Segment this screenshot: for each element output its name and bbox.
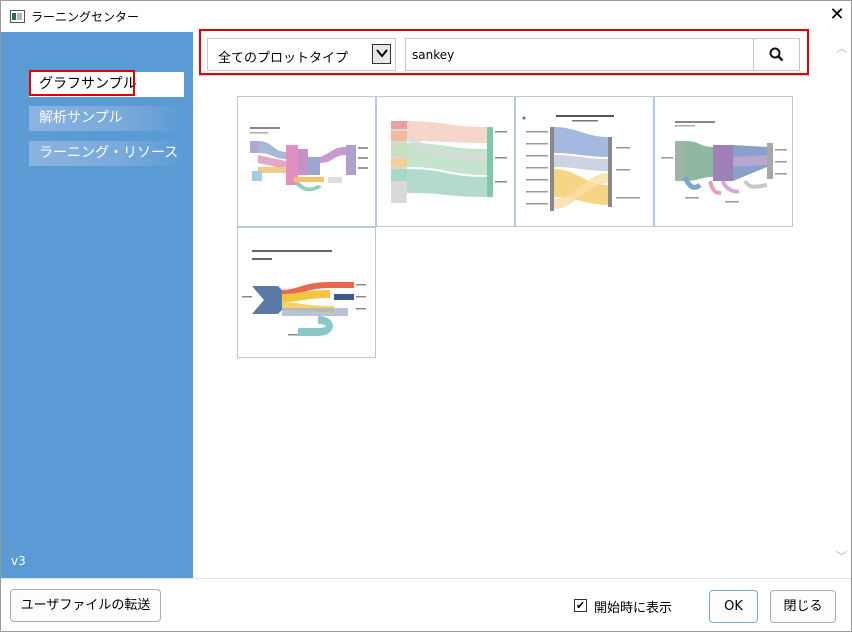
sample-thumbnail[interactable]: [654, 96, 793, 227]
sample-thumbnail[interactable]: [237, 96, 376, 227]
sample-thumbnail[interactable]: [376, 96, 515, 227]
sidebar-item-learning-resources[interactable]: ラーニング・リソース: [29, 141, 184, 166]
window-title: ラーニングセンター: [31, 10, 140, 24]
sankey-thumbnail-contributions-icon: [522, 115, 640, 211]
transfer-user-files-button[interactable]: ユーザファイルの転送: [10, 589, 161, 622]
vertical-scrollbar[interactable]: ︿ ﹀: [833, 32, 850, 578]
sidebar-item-analysis-samples[interactable]: 解析サンプル: [29, 106, 184, 131]
footer-divider: [1, 578, 851, 579]
app-icon: [10, 10, 25, 23]
scroll-down-icon[interactable]: ﹀: [833, 548, 850, 565]
sidebar-item-label: 解析サンプル: [39, 110, 123, 126]
show-at-startup-label: 開始時に表示: [594, 601, 673, 616]
plot-type-dropdown[interactable]: 全てのプロットタイプ: [207, 38, 396, 71]
title-bar: ラーニングセンター ✕: [1, 1, 851, 32]
close-icon[interactable]: ✕: [827, 5, 847, 25]
version-label: v3: [11, 554, 26, 568]
learning-center-window: ラーニングセンター ✕ グラフサンプル 解析サンプル ラーニング・リソース v3…: [0, 0, 852, 632]
sankey-thumbnail-energy-flow-icon: [250, 127, 368, 192]
search-field: [405, 38, 800, 71]
scroll-up-icon[interactable]: ︿: [833, 40, 850, 57]
sankey-thumbnail-energy-consumption-icon: [661, 121, 787, 203]
search-button[interactable]: [753, 39, 799, 70]
show-at-startup-checkbox[interactable]: ✔: [574, 599, 587, 612]
sankey-thumbnail-many-nodes-icon: [391, 121, 507, 203]
close-button[interactable]: 閉じる: [770, 590, 836, 623]
highlight-frame: [29, 70, 135, 96]
sidebar-item-label: ラーニング・リソース: [39, 145, 179, 161]
ok-button[interactable]: OK: [709, 590, 758, 623]
divider: [199, 75, 809, 76]
plot-type-selected: 全てのプロットタイプ: [218, 51, 349, 66]
sample-thumbnail[interactable]: [515, 96, 654, 227]
sankey-thumbnail-water-energy-icon: [242, 250, 366, 336]
sample-thumbnail[interactable]: [237, 227, 376, 358]
search-input[interactable]: [410, 44, 744, 66]
sidebar: グラフサンプル 解析サンプル ラーニング・リソース v3: [1, 32, 193, 578]
search-icon: [769, 47, 784, 62]
chevron-down-icon[interactable]: [372, 44, 391, 64]
